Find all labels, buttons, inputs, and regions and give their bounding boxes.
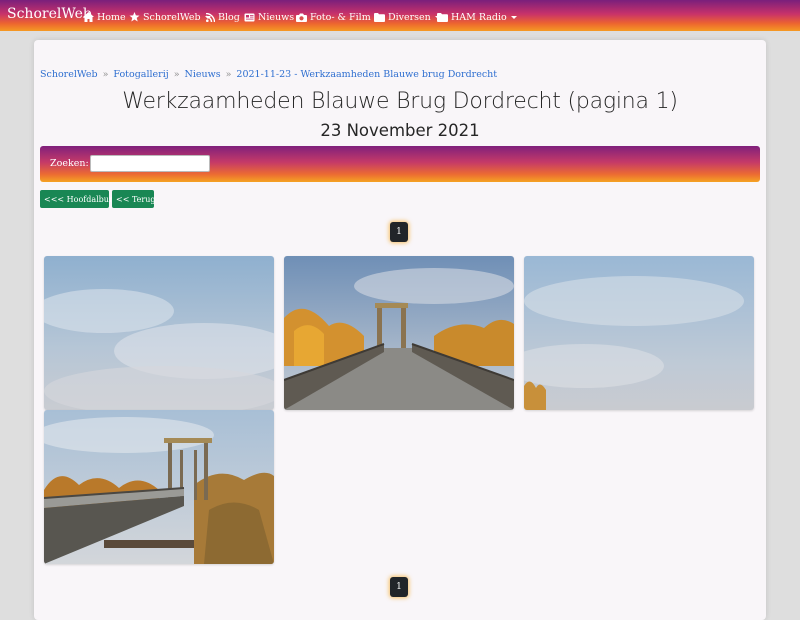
breadcrumb-separator: » (225, 69, 232, 80)
breadcrumb-link-nieuws[interactable]: Nieuws (185, 69, 221, 80)
nav-item-label: HAM Radio (451, 11, 507, 23)
pagination-page-1-bottom[interactable]: 1 (390, 577, 408, 597)
newspaper-icon (244, 13, 255, 21)
home-icon (83, 12, 94, 22)
breadcrumb-separator: » (102, 69, 109, 80)
caret-down-icon (510, 15, 517, 19)
nav-item-foto-film[interactable]: Foto- & Film (296, 10, 381, 24)
nav-item-label: SchorelWeb (143, 11, 201, 23)
photo-cloudy-sky (44, 256, 274, 410)
star-icon (129, 12, 140, 22)
photo-cloudy-sky-trees (524, 256, 754, 410)
brand-link[interactable]: SchorelWeb (7, 6, 92, 22)
breadcrumb-separator: » (173, 69, 180, 80)
nav-item-label: Nieuws (258, 11, 295, 23)
breadcrumb: SchorelWeb » Fotogallerij » Nieuws » 2021-11-2… (40, 69, 497, 80)
search-input[interactable] (90, 155, 210, 172)
folder-icon (374, 12, 385, 22)
gallery-photo-2[interactable] (284, 256, 514, 410)
photo-bridge-deck (284, 256, 514, 410)
top-navbar: SchorelWeb Home SchorelWeb Blog Nieuws F… (0, 0, 800, 31)
gallery-photo-3[interactable] (524, 256, 754, 410)
pagination-page-1-top[interactable]: 1 (390, 222, 408, 242)
main-album-button[interactable]: <<< Hoofdalbum (40, 190, 117, 208)
search-bar: Zoeken: (40, 146, 760, 182)
breadcrumb-link-fotogallerij[interactable]: Fotogallerij (113, 69, 168, 80)
page-title: Werkzaamheden Blauwe Brug Dordrecht (pag… (122, 89, 678, 114)
search-label: Zoeken: (50, 158, 89, 169)
gallery-photo-1[interactable] (44, 256, 274, 410)
back-button[interactable]: << Terug (112, 190, 156, 208)
nav-item-label: Diversen (388, 11, 431, 23)
breadcrumb-link-home[interactable]: SchorelWeb (40, 69, 98, 80)
breadcrumb-link-album[interactable]: 2021-11-23 - Werkzaamheden Blauwe brug D… (236, 69, 497, 80)
nav-item-ham-radio[interactable]: HAM Radio (437, 10, 517, 24)
nav-item-label: Home (97, 11, 126, 23)
nav-item-label: Blog (218, 11, 240, 23)
photo-bridge-side (44, 410, 274, 564)
nav-item-blog[interactable]: Blog (206, 10, 240, 24)
rss-icon (206, 12, 215, 22)
camera-icon (296, 13, 307, 22)
nav-item-label: Foto- & Film (310, 11, 371, 23)
page-subtitle-date: 23 November 2021 (320, 121, 480, 140)
nav-item-nieuws[interactable]: Nieuws (244, 10, 294, 24)
nav-item-schorelweb[interactable]: SchorelWeb (129, 10, 211, 24)
nav-item-home[interactable]: Home (83, 10, 126, 24)
folder-icon (437, 12, 448, 22)
nav-item-diversen[interactable]: Diversen (374, 10, 441, 24)
gallery-photo-4[interactable] (44, 410, 274, 564)
